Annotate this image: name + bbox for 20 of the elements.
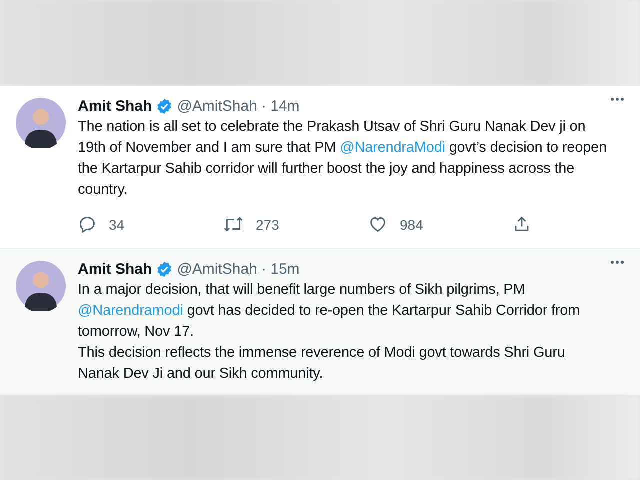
tweet-text: In a major decision, that will benefit large numbers of Sikh pilgrims, PM @Narendramodi govt has decided to re-open the Kartarpur Sahib Corridor from tomorrow, Nov 17. (78, 281, 582, 342)
avatar (16, 261, 66, 311)
tweet-text: This decision reflects the immense reverence of Modi govt towards Shri Guru Nanak Dev Ji and our Sikh community. (78, 344, 566, 384)
retweet-icon (223, 215, 244, 234)
author-name[interactable]: Amit Shah (78, 98, 152, 115)
tweet-time[interactable]: · 15m (261, 261, 300, 278)
heart-icon (368, 215, 388, 234)
author-handle[interactable]: @AmitShah (177, 98, 258, 115)
more-button[interactable] (609, 96, 626, 103)
like-button[interactable]: 984 (368, 215, 513, 234)
share-icon (513, 215, 531, 234)
retweet-button[interactable]: 273 (223, 215, 368, 234)
author-name[interactable]: Amit Shah (78, 261, 152, 278)
author-handle[interactable]: @AmitShah (177, 261, 258, 278)
reply-icon (78, 215, 97, 234)
more-button[interactable] (609, 259, 626, 266)
reply-button[interactable]: 34 (78, 215, 223, 234)
avatar (16, 98, 66, 148)
tweet-time[interactable]: · 14m (261, 98, 300, 115)
tweet-text: The nation is all set to celebrate the Prakash Utsav of Shri Guru Nanak Dev ji on 19th of November and I am sure that PM @NarendraModi govt’s decision to reopen the Kartarpur Sahib corridor will further boost the joy and happiness across the country. (78, 118, 608, 200)
